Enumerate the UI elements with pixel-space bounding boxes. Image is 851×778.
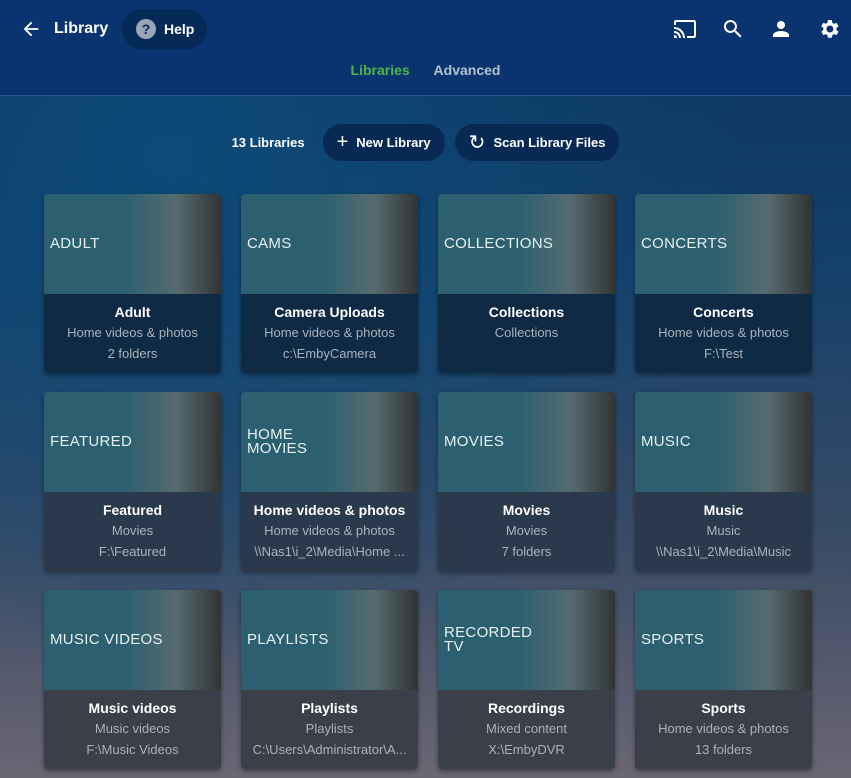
library-image-label: HOME MOVIES <box>247 426 308 457</box>
library-name: Music videos <box>88 700 177 716</box>
library-card[interactable]: PLAYLISTS Playlists Playlists C:\Users\Adm… <box>241 590 418 769</box>
library-image: CONCERTS <box>635 194 812 294</box>
library-image-label: CAMS <box>247 235 292 252</box>
settings-gear-icon[interactable] <box>817 17 841 41</box>
page-title: Library <box>54 20 109 37</box>
library-location: F:\Music Videos <box>86 742 179 757</box>
library-image: FEATURED <box>44 392 221 492</box>
library-type: Home videos & photos <box>67 325 198 340</box>
library-image: MOVIES <box>438 392 615 492</box>
library-name: Music <box>703 502 744 518</box>
library-type: Music <box>706 523 741 538</box>
library-image-label: MOVIES <box>444 433 505 450</box>
help-icon: ? <box>136 19 156 39</box>
library-location: C:\Users\Administrator\A... <box>252 742 407 757</box>
library-type: Mixed content <box>486 721 567 736</box>
library-name: Adult <box>114 304 151 320</box>
library-image-label: MUSIC VIDEOS <box>50 631 163 648</box>
help-button[interactable]: ? Help <box>122 9 207 49</box>
tab-libraries[interactable]: Libraries <box>351 62 410 78</box>
library-name: Sports <box>701 700 746 716</box>
help-label: Help <box>164 21 195 37</box>
library-card[interactable]: ADULT Adult Home videos & photos 2 folders <box>44 194 221 373</box>
library-location: \\Nas1\i_2\Media\Home ... <box>254 544 405 559</box>
library-card[interactable]: HOME MOVIES Home videos & photos Home vide… <box>241 392 418 571</box>
new-library-button[interactable]: + New Library <box>322 124 445 161</box>
library-location: 7 folders <box>501 544 552 559</box>
library-name: Home videos & photos <box>253 502 406 518</box>
library-name: Collections <box>488 304 565 320</box>
new-library-label: New Library <box>356 135 431 150</box>
back-arrow-icon[interactable] <box>20 18 42 40</box>
library-image: ADULT <box>44 194 221 294</box>
library-location: \\Nas1\i_2\Media\Music <box>655 544 792 559</box>
library-name: Movies <box>502 502 551 518</box>
library-name: Concerts <box>693 304 754 320</box>
library-location <box>438 346 615 367</box>
library-name: Recordings <box>487 700 565 716</box>
library-type: Home videos & photos <box>658 325 789 340</box>
library-name: Camera Uploads <box>274 304 385 320</box>
library-image: SPORTS <box>635 590 812 690</box>
library-card[interactable]: RECORDED TV Recordings Mixed content X:\Emb… <box>438 590 615 769</box>
library-image-label: COLLECTIONS <box>444 235 554 252</box>
library-card[interactable]: MOVIES Movies Movies 7 folders <box>438 392 615 571</box>
plus-icon: + <box>336 131 349 153</box>
library-card[interactable]: CAMS Camera Uploads Home videos & photos c… <box>241 194 418 373</box>
library-card[interactable]: MUSIC Music Music \\Nas1\i_2\Media\Music <box>635 392 812 571</box>
library-image-label: FEATURED <box>50 433 133 450</box>
refresh-icon: ↻ <box>468 132 486 154</box>
library-name: Playlists <box>301 700 358 716</box>
library-image: RECORDED TV <box>438 590 615 690</box>
library-name: Featured <box>102 502 163 518</box>
library-type: Home videos & photos <box>658 721 789 736</box>
library-count: 13 Libraries <box>231 135 305 150</box>
cast-icon[interactable] <box>673 17 697 41</box>
library-card[interactable]: COLLECTIONS Collections Collections <box>438 194 615 373</box>
library-location: F:\Featured <box>98 544 167 559</box>
library-location: c:\EmbyCamera <box>282 346 377 361</box>
library-image-label: CONCERTS <box>641 235 728 252</box>
library-card[interactable]: MUSIC VIDEOS Music videos Music videos F:\… <box>44 590 221 769</box>
library-image-label: RECORDED TV <box>444 624 533 655</box>
scan-library-files-button[interactable]: ↻ Scan Library Files <box>454 124 620 161</box>
search-icon[interactable] <box>721 17 745 41</box>
library-location: X:\EmbyDVR <box>488 742 565 757</box>
library-type: Playlists <box>305 721 354 736</box>
library-type: Collections <box>494 325 559 340</box>
library-card[interactable]: CONCERTS Concerts Home videos & photos F:\… <box>635 194 812 373</box>
library-type: Movies <box>505 523 548 538</box>
library-image: MUSIC VIDEOS <box>44 590 221 690</box>
library-card[interactable]: FEATURED Featured Movies F:\Featured <box>44 392 221 571</box>
library-image: COLLECTIONS <box>438 194 615 294</box>
library-location: 2 folders <box>107 346 158 361</box>
library-type: Movies <box>111 523 154 538</box>
library-card[interactable]: SPORTS Sports Home videos & photos 13 fold… <box>635 590 812 769</box>
library-image-label: ADULT <box>50 235 100 252</box>
library-image-label: SPORTS <box>641 631 705 648</box>
library-image: PLAYLISTS <box>241 590 418 690</box>
library-image-label: MUSIC <box>641 433 691 450</box>
library-location: F:\Test <box>703 346 743 361</box>
library-image: HOME MOVIES <box>241 392 418 492</box>
tab-advanced[interactable]: Advanced <box>434 62 501 78</box>
library-type: Home videos & photos <box>264 523 395 538</box>
library-type: Home videos & photos <box>264 325 395 340</box>
user-icon[interactable] <box>769 17 793 41</box>
header: Library ? Help Libraries Advanced <box>0 0 851 96</box>
library-image: CAMS <box>241 194 418 294</box>
library-image-label: PLAYLISTS <box>247 631 329 648</box>
library-type: Music videos <box>94 721 171 736</box>
scan-label: Scan Library Files <box>493 135 606 150</box>
library-location: 13 folders <box>694 742 753 757</box>
library-image: MUSIC <box>635 392 812 492</box>
